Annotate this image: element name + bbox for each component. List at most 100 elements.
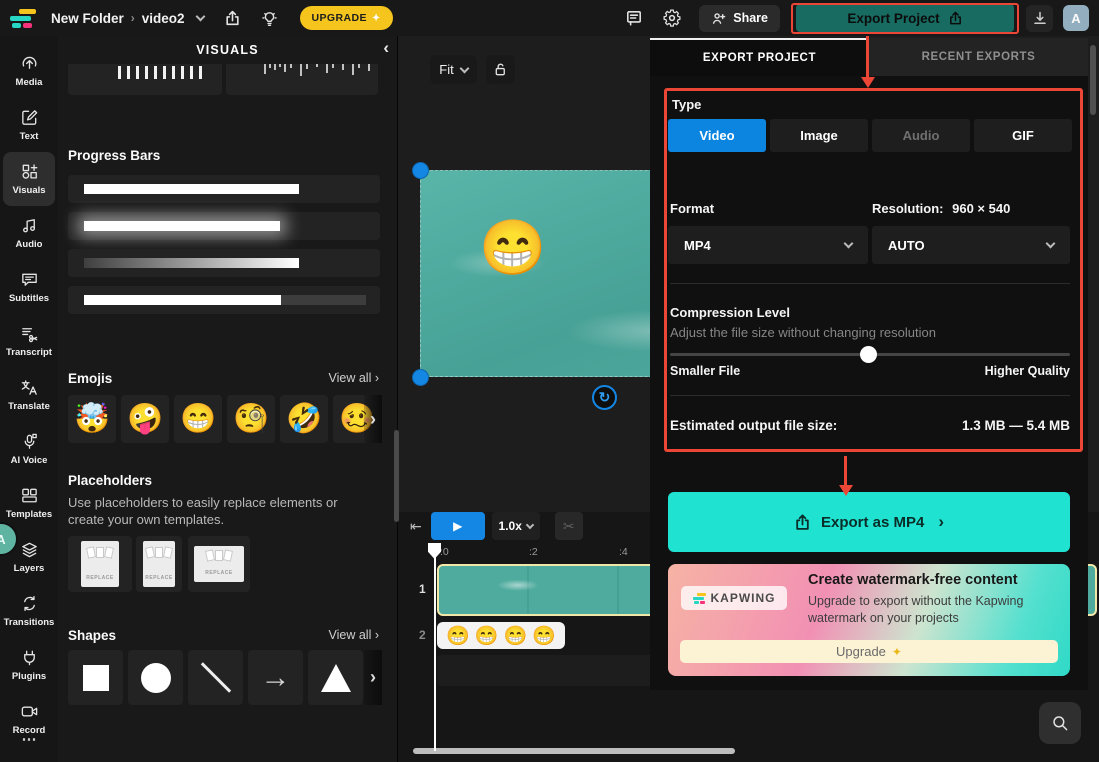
sidebar-item-visuals[interactable]: Visuals: [3, 152, 55, 206]
square-icon: [83, 665, 109, 691]
emoji-item[interactable]: 🤯: [68, 395, 116, 443]
timeline-horizontal-scrollbar[interactable]: [413, 748, 735, 754]
share-button[interactable]: Share: [699, 5, 780, 32]
resolution-dropdown[interactable]: AUTO: [872, 226, 1070, 264]
play-icon: ▶: [453, 519, 462, 533]
shape-arrow[interactable]: →: [248, 650, 303, 705]
placeholder-item[interactable]: REPLACE: [68, 536, 132, 592]
sidebar-item-plugins[interactable]: Plugins: [0, 638, 58, 692]
clip-emoji: 😁: [504, 624, 528, 648]
format-label: Format: [670, 201, 714, 216]
shape-triangle[interactable]: [308, 650, 363, 705]
collapse-panel-button[interactable]: ‹: [383, 38, 389, 58]
gear-icon: [663, 9, 681, 27]
plug-icon: [20, 648, 39, 667]
clip-emoji: 😁: [475, 624, 499, 648]
emoji-strip-scroll-right[interactable]: ›: [364, 395, 382, 443]
video-emoji-overlay[interactable]: 😁: [479, 221, 546, 275]
split-button[interactable]: ✂: [555, 512, 583, 540]
placeholder-item[interactable]: REPLACE: [136, 536, 182, 592]
emoji-item[interactable]: 😁: [174, 395, 222, 443]
skip-to-start-button[interactable]: ⇤: [410, 518, 422, 535]
compression-description: Adjust the file size without changing re…: [670, 325, 936, 340]
waveform-tile[interactable]: [68, 64, 222, 95]
chevron-down-icon[interactable]: [195, 12, 205, 22]
type-label: Type: [672, 97, 701, 112]
tab-export-project[interactable]: EXPORT PROJECT: [650, 38, 869, 76]
progress-bar-fill: [84, 184, 299, 194]
visuals-panel-scrollbar[interactable]: [394, 430, 399, 522]
shapes-view-all-link[interactable]: View all ›: [329, 628, 379, 642]
type-video-button[interactable]: Video: [668, 119, 766, 152]
progress-bar-template[interactable]: [68, 249, 380, 277]
rotate-handle[interactable]: ↻: [592, 385, 617, 410]
transcript-scissors-icon: [20, 324, 39, 343]
selection-handle-bottom-left[interactable]: [412, 369, 429, 386]
export-as-mp4-button[interactable]: Export as MP4 ›: [668, 492, 1070, 552]
sidebar-item-transcript[interactable]: Transcript: [0, 314, 58, 368]
comment-icon: [625, 9, 643, 27]
timeline-search-button[interactable]: [1039, 702, 1081, 744]
user-avatar[interactable]: A: [1063, 5, 1089, 31]
compression-slider-thumb[interactable]: [860, 346, 877, 363]
settings-button[interactable]: [663, 9, 681, 27]
sidebar-item-media[interactable]: Media: [0, 44, 58, 98]
shapes-strip: →: [68, 650, 363, 705]
emoji-item[interactable]: 🤪: [121, 395, 169, 443]
sidebar-item-ai-voice[interactable]: AI Voice: [0, 422, 58, 476]
breadcrumb-folder[interactable]: New Folder: [51, 11, 124, 26]
progress-bar-template[interactable]: [68, 175, 380, 203]
banner-upgrade-button[interactable]: Upgrade ✦: [680, 640, 1058, 663]
emojis-view-all-link[interactable]: View all ›: [329, 371, 379, 385]
emoji-item[interactable]: 🧐: [227, 395, 275, 443]
upgrade-button[interactable]: UPGRADE ✦: [300, 6, 393, 30]
kapwing-app-logo[interactable]: [10, 8, 37, 29]
waveform-tile[interactable]: [226, 64, 378, 95]
sidebar-more-button[interactable]: ⋯: [0, 730, 58, 748]
type-gif-button[interactable]: GIF: [974, 119, 1072, 152]
visuals-panel: VISUALS ‹ Progress Bars Emojis View al: [58, 36, 398, 762]
fit-dropdown[interactable]: Fit: [430, 55, 477, 84]
download-button[interactable]: [1026, 5, 1053, 32]
sidebar-item-transitions[interactable]: Transitions: [0, 584, 58, 638]
shape-circle[interactable]: [128, 650, 183, 705]
placeholder-item[interactable]: REPLACE: [188, 536, 250, 592]
timeline-emoji-clip[interactable]: 😁 😁 😁 😁: [437, 622, 565, 649]
comments-button[interactable]: [625, 9, 643, 27]
banner-title: Create watermark-free content: [808, 572, 1018, 588]
chevron-right-icon: ›: [938, 512, 944, 532]
upload-icon: [948, 11, 963, 26]
progress-bar-template[interactable]: [68, 286, 380, 314]
shape-square[interactable]: [68, 650, 123, 705]
export-project-button[interactable]: Export Project: [796, 4, 1014, 32]
resolution-value: 960 × 540: [952, 201, 1010, 216]
clip-emoji: 😁: [532, 624, 556, 648]
shapes-strip-scroll-right[interactable]: ›: [364, 650, 382, 705]
compression-slider[interactable]: [670, 353, 1070, 356]
shape-line[interactable]: [188, 650, 243, 705]
lock-button[interactable]: [486, 55, 515, 84]
play-button[interactable]: ▶: [431, 512, 485, 540]
suggestions-button[interactable]: [261, 10, 278, 27]
tab-recent-exports[interactable]: RECENT EXPORTS: [869, 38, 1088, 76]
type-audio-button[interactable]: Audio: [872, 119, 970, 152]
sidebar-item-subtitles[interactable]: Subtitles: [0, 260, 58, 314]
speed-dropdown[interactable]: 1.0x: [492, 512, 540, 540]
playhead-line[interactable]: [434, 543, 436, 751]
placeholders-heading: Placeholders: [68, 473, 152, 488]
sidebar-item-translate[interactable]: Translate: [0, 368, 58, 422]
sidebar-item-templates[interactable]: Templates: [0, 476, 58, 530]
selection-handle-top-left[interactable]: [412, 162, 429, 179]
upload-project-button[interactable]: [224, 10, 241, 27]
sidebar-item-audio[interactable]: Audio: [0, 206, 58, 260]
export-panel-scrollbar[interactable]: [1090, 45, 1096, 115]
emojis-heading: Emojis: [68, 371, 112, 386]
track1-number: 1: [419, 582, 426, 596]
type-image-button[interactable]: Image: [770, 119, 868, 152]
sidebar-item-text[interactable]: Text: [0, 98, 58, 152]
chevron-down-icon: [459, 63, 469, 73]
progress-bar-template[interactable]: [68, 212, 380, 240]
emoji-item[interactable]: 🤣: [280, 395, 328, 443]
breadcrumb-project-name[interactable]: video2: [142, 11, 185, 26]
format-dropdown[interactable]: MP4: [668, 226, 868, 264]
